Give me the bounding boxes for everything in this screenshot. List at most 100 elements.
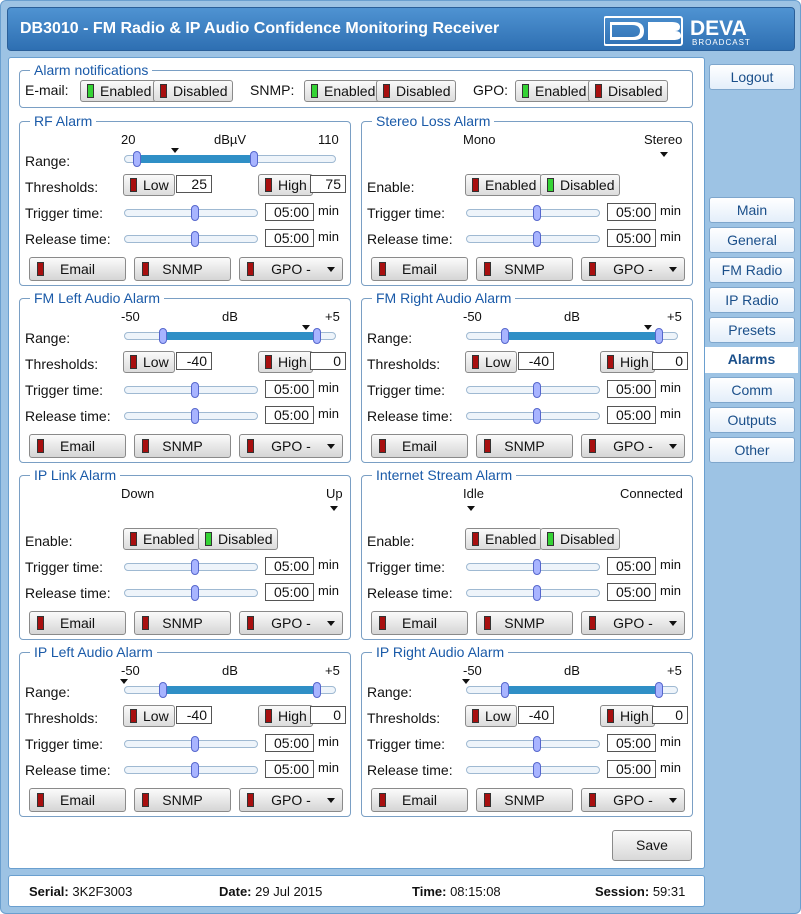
snmp-enabled-button[interactable]: Enabled <box>304 80 382 102</box>
release-time-slider[interactable] <box>466 408 600 424</box>
low-handle[interactable] <box>501 682 509 698</box>
high-threshold-input[interactable]: 0 <box>310 352 346 370</box>
release-handle[interactable] <box>191 762 199 778</box>
release-time-slider[interactable] <box>124 408 258 424</box>
disabled-button[interactable]: Disabled <box>540 174 621 196</box>
trigger-time-slider[interactable] <box>124 205 258 221</box>
range-slider[interactable] <box>466 328 678 344</box>
email-alarm-button[interactable]: Email <box>29 788 126 812</box>
trigger-time-input[interactable]: 05:00 <box>607 734 656 752</box>
trigger-time-slider[interactable] <box>124 736 258 752</box>
enabled-button[interactable]: Enabled <box>465 528 543 550</box>
snmp-alarm-button[interactable]: SNMP <box>134 434 231 458</box>
trigger-handle[interactable] <box>533 205 541 221</box>
gpo-enabled-button[interactable]: Enabled <box>515 80 593 102</box>
trigger-time-input[interactable]: 05:00 <box>607 380 656 398</box>
release-time-slider[interactable] <box>466 231 600 247</box>
high-threshold-button[interactable]: High <box>600 351 655 373</box>
release-time-slider[interactable] <box>466 585 600 601</box>
trigger-handle[interactable] <box>191 205 199 221</box>
low-threshold-input[interactable]: -40 <box>176 352 212 370</box>
email-disabled-button[interactable]: Disabled <box>153 80 234 102</box>
gpo-dropdown[interactable]: GPO - <box>581 434 685 458</box>
trigger-time-slider[interactable] <box>124 559 258 575</box>
sidebar-item-ip-radio[interactable]: IP Radio <box>709 287 795 313</box>
trigger-time-input[interactable]: 05:00 <box>607 203 656 221</box>
range-slider[interactable] <box>466 682 678 698</box>
snmp-alarm-button[interactable]: SNMP <box>134 257 231 281</box>
sidebar-item-comm[interactable]: Comm <box>709 377 795 403</box>
high-threshold-input[interactable]: 0 <box>652 706 688 724</box>
high-handle[interactable] <box>313 328 321 344</box>
low-threshold-button[interactable]: Low <box>465 351 517 373</box>
trigger-handle[interactable] <box>533 736 541 752</box>
release-time-slider[interactable] <box>124 231 258 247</box>
enabled-button[interactable]: Enabled <box>123 528 201 550</box>
high-threshold-input[interactable]: 0 <box>310 706 346 724</box>
high-threshold-input[interactable]: 75 <box>310 175 346 193</box>
trigger-time-input[interactable]: 05:00 <box>265 203 314 221</box>
trigger-time-slider[interactable] <box>124 382 258 398</box>
trigger-time-slider[interactable] <box>466 205 600 221</box>
release-handle[interactable] <box>533 585 541 601</box>
email-alarm-button[interactable]: Email <box>371 611 468 635</box>
gpo-dropdown[interactable]: GPO - <box>239 257 343 281</box>
sidebar-item-presets[interactable]: Presets <box>709 317 795 343</box>
release-time-input[interactable]: 05:00 <box>265 406 314 424</box>
save-button[interactable]: Save <box>612 830 692 861</box>
high-handle[interactable] <box>655 328 663 344</box>
email-alarm-button[interactable]: Email <box>29 434 126 458</box>
email-enabled-button[interactable]: Enabled <box>80 80 158 102</box>
release-time-input[interactable]: 05:00 <box>265 229 314 247</box>
trigger-handle[interactable] <box>191 382 199 398</box>
high-threshold-button[interactable]: High <box>258 705 313 727</box>
low-threshold-button[interactable]: Low <box>123 705 175 727</box>
sidebar-item-fm-radio[interactable]: FM Radio <box>709 257 795 283</box>
high-threshold-button[interactable]: High <box>258 174 313 196</box>
release-handle[interactable] <box>533 231 541 247</box>
email-alarm-button[interactable]: Email <box>29 257 126 281</box>
low-handle[interactable] <box>159 682 167 698</box>
trigger-handle[interactable] <box>533 382 541 398</box>
release-time-slider[interactable] <box>466 762 600 778</box>
trigger-time-input[interactable]: 05:00 <box>265 734 314 752</box>
high-handle[interactable] <box>250 151 258 167</box>
trigger-handle[interactable] <box>533 559 541 575</box>
release-handle[interactable] <box>533 408 541 424</box>
low-threshold-button[interactable]: Low <box>123 351 175 373</box>
gpo-dropdown[interactable]: GPO - <box>581 611 685 635</box>
release-time-input[interactable]: 05:00 <box>265 583 314 601</box>
release-time-input[interactable]: 05:00 <box>607 760 656 778</box>
release-handle[interactable] <box>533 762 541 778</box>
range-slider[interactable] <box>124 682 336 698</box>
range-slider[interactable] <box>124 151 336 167</box>
low-threshold-button[interactable]: Low <box>123 174 175 196</box>
snmp-alarm-button[interactable]: SNMP <box>476 788 573 812</box>
email-alarm-button[interactable]: Email <box>371 257 468 281</box>
trigger-time-input[interactable]: 05:00 <box>265 557 314 575</box>
trigger-time-slider[interactable] <box>466 559 600 575</box>
gpo-dropdown[interactable]: GPO - <box>239 434 343 458</box>
sidebar-item-general[interactable]: General <box>709 227 795 253</box>
snmp-disabled-button[interactable]: Disabled <box>376 80 457 102</box>
gpo-dropdown[interactable]: GPO - <box>581 257 685 281</box>
snmp-alarm-button[interactable]: SNMP <box>476 257 573 281</box>
release-time-input[interactable]: 05:00 <box>265 760 314 778</box>
release-handle[interactable] <box>191 231 199 247</box>
high-threshold-input[interactable]: 0 <box>652 352 688 370</box>
disabled-button[interactable]: Disabled <box>198 528 279 550</box>
sidebar-item-main[interactable]: Main <box>709 197 795 223</box>
low-threshold-input[interactable]: 25 <box>176 175 212 193</box>
snmp-alarm-button[interactable]: SNMP <box>476 611 573 635</box>
snmp-alarm-button[interactable]: SNMP <box>476 434 573 458</box>
sidebar-item-other[interactable]: Other <box>709 437 795 463</box>
snmp-alarm-button[interactable]: SNMP <box>134 788 231 812</box>
email-alarm-button[interactable]: Email <box>371 788 468 812</box>
sidebar-item-alarms[interactable]: Alarms <box>705 347 798 373</box>
trigger-handle[interactable] <box>191 736 199 752</box>
low-threshold-input[interactable]: -40 <box>518 706 554 724</box>
email-alarm-button[interactable]: Email <box>29 611 126 635</box>
release-time-slider[interactable] <box>124 585 258 601</box>
enabled-button[interactable]: Enabled <box>465 174 543 196</box>
low-threshold-input[interactable]: -40 <box>176 706 212 724</box>
